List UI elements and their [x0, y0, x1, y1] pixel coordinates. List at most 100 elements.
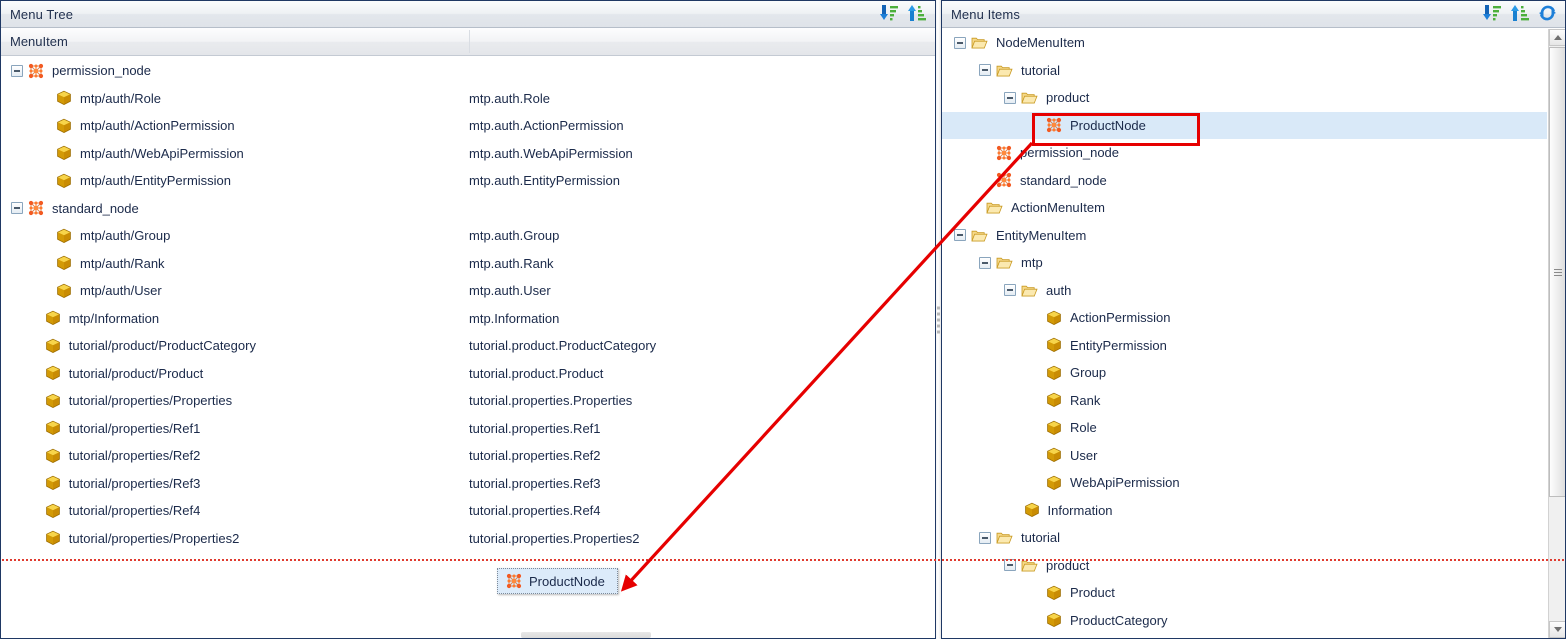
expand-collapse-toggle[interactable] [954, 229, 966, 242]
expand-collapse-toggle[interactable] [1004, 91, 1016, 104]
cube-icon [56, 255, 72, 271]
menu-tree-row[interactable]: mtp/auth/User mtp.auth.User [1, 277, 935, 305]
horizontal-scrollbar[interactable] [521, 632, 651, 638]
menu-items-row-label: product [1046, 90, 1090, 106]
menu-tree-row-name-cell: tutorial/product/ProductCategory [1, 338, 469, 354]
menu-items-row[interactable]: tutorial [942, 57, 1547, 85]
menu-tree-row-name-cell: mtp/auth/ActionPermission [1, 118, 469, 134]
scroll-up-arrow[interactable] [1549, 29, 1565, 46]
scroll-down-arrow[interactable] [1549, 621, 1565, 638]
expand-collapse-toggle[interactable] [11, 202, 23, 215]
menu-items-row[interactable]: Product [942, 579, 1547, 607]
expand-collapse-toggle[interactable] [1004, 284, 1016, 297]
menu-items-row[interactable]: EntityMenuItem [942, 222, 1547, 250]
menu-items-row[interactable]: mtp [942, 249, 1547, 277]
menu-tree-row[interactable]: mtp/auth/Rank mtp.auth.Rank [1, 250, 935, 278]
menu-tree-row[interactable]: tutorial/properties/Ref4 tutorial.propert… [1, 497, 935, 525]
menu-items-row[interactable]: product [942, 84, 1547, 112]
menu-items-row[interactable]: product [942, 552, 1547, 580]
expand-collapse-toggle[interactable] [954, 36, 966, 49]
menu-tree-row-name-cell: tutorial/properties/Ref4 [1, 503, 469, 519]
cube-icon [56, 90, 72, 106]
menu-items-row-label: NodeMenuItem [996, 35, 1085, 51]
sort-ascending-icon[interactable] [1510, 4, 1530, 25]
cube-icon [45, 475, 61, 491]
menu-tree-row[interactable]: mtp/Information mtp.Information [1, 305, 935, 333]
menu-tree-designer: Menu Tree MenuItem permission_node mtp/a… [0, 0, 1566, 639]
sort-descending-icon[interactable] [879, 4, 899, 25]
menu-tree-row[interactable]: permission_node [1, 57, 935, 85]
menu-tree-row[interactable]: standard_node [1, 195, 935, 223]
menu-tree-row-label: mtp/auth/ActionPermission [80, 118, 235, 134]
sort-ascending-icon[interactable] [907, 4, 927, 25]
menu-tree-rows[interactable]: permission_node mtp/auth/Role mtp.auth.Rol… [1, 57, 935, 638]
menu-tree-row-value: mtp.auth.Group [469, 228, 560, 244]
menu-tree-row[interactable]: mtp/auth/Group mtp.auth.Group [1, 222, 935, 250]
menu-tree-row[interactable]: tutorial/properties/Ref2 tutorial.propert… [1, 442, 935, 470]
cube-icon [45, 530, 61, 546]
menu-tree-row[interactable]: tutorial/product/Product tutorial.product… [1, 360, 935, 388]
menu-items-row[interactable]: WebApiPermission [942, 469, 1547, 497]
menu-tree-row[interactable]: tutorial/product/ProductCategory tutorial… [1, 332, 935, 360]
menu-tree-row-name-cell: tutorial/product/Product [1, 365, 469, 381]
menu-tree-row-value: mtp.auth.EntityPermission [469, 173, 621, 189]
menu-items-row[interactable]: ActionPermission [942, 304, 1547, 332]
expand-collapse-toggle[interactable] [1004, 559, 1016, 572]
menu-items-row[interactable]: User [942, 442, 1547, 470]
menu-items-row[interactable]: permission_node [942, 139, 1547, 167]
sort-descending-icon[interactable] [1482, 4, 1502, 25]
menu-items-row[interactable]: Rank [942, 387, 1547, 415]
menu-tree-row-name-cell: standard_node [1, 200, 469, 216]
menu-items-row-label: EntityPermission [1070, 337, 1167, 353]
menu-tree-row[interactable]: tutorial/properties/Ref3 tutorial.propert… [1, 470, 935, 498]
menu-items-row-selected[interactable]: ProductNode [942, 111, 1547, 139]
menu-tree-row[interactable]: mtp/auth/EntityPermission mtp.auth.Entity… [1, 167, 935, 195]
expand-collapse-toggle[interactable] [11, 64, 23, 77]
menu-items-row-label: tutorial [1021, 530, 1061, 546]
menu-items-row[interactable]: standard_node [942, 167, 1547, 195]
menu-items-row[interactable]: EntityPermission [942, 332, 1547, 360]
cube-icon [56, 228, 72, 244]
menu-tree-row-label: tutorial/properties/Ref1 [68, 420, 201, 436]
folder-icon [1021, 90, 1038, 105]
menu-items-rows[interactable]: NodeMenuItem tutorial product ProductNode pe… [942, 29, 1547, 638]
folder-icon [1021, 283, 1038, 298]
menu-items-toolbar [1482, 1, 1557, 27]
column-resize-handle[interactable] [469, 30, 470, 53]
expand-collapse-toggle[interactable] [979, 64, 991, 77]
folder-icon [996, 530, 1013, 545]
menu-items-row[interactable]: Role [942, 414, 1547, 442]
menu-tree-row[interactable]: mtp/auth/WebApiPermission mtp.auth.WebApi… [1, 140, 935, 168]
menu-tree-row[interactable]: tutorial/properties/Properties2 tutorial.… [1, 525, 935, 553]
menu-tree-row-label: mtp/auth/Rank [80, 255, 165, 271]
menu-tree-row[interactable]: tutorial/properties/Ref1 tutorial.propert… [1, 415, 935, 443]
vertical-scrollbar[interactable] [1548, 29, 1565, 638]
menu-tree-title: Menu Tree [10, 6, 74, 22]
menu-items-row[interactable]: tutorial [942, 524, 1547, 552]
menu-tree-row[interactable]: mtp/auth/Role mtp.auth.Role [1, 85, 935, 113]
menu-tree-row-value: tutorial.properties.Ref1 [469, 420, 601, 436]
menu-tree-row[interactable]: tutorial/properties/Properties tutorial.p… [1, 387, 935, 415]
menu-items-row-label: Information [1047, 502, 1113, 518]
scrollbar-thumb[interactable] [1549, 47, 1565, 497]
drag-ghost-productnode[interactable]: ProductNode [497, 568, 618, 594]
refresh-icon[interactable] [1538, 4, 1557, 25]
menu-items-row[interactable]: Group [942, 359, 1547, 387]
menu-items-row[interactable]: Information [942, 497, 1547, 525]
menu-items-row[interactable]: NodeMenuItem [942, 29, 1547, 57]
menu-tree-row-value: mtp.auth.ActionPermission [469, 118, 624, 134]
menu-items-row[interactable]: ActionMenuItem [942, 194, 1547, 222]
menu-items-row[interactable]: ProductCategory [942, 607, 1547, 635]
menu-tree-row-value: mtp.auth.Rank [469, 255, 554, 271]
menu-tree-row-name-cell: mtp/Information [1, 310, 469, 326]
expand-collapse-toggle[interactable] [979, 256, 991, 269]
menu-tree-row[interactable]: mtp/auth/ActionPermission mtp.auth.Action… [1, 112, 935, 140]
menu-items-row[interactable]: auth [942, 277, 1547, 305]
expand-collapse-toggle[interactable] [979, 531, 991, 544]
cube-icon [56, 173, 72, 189]
menu-items-row-label: WebApiPermission [1070, 475, 1180, 491]
cube-icon [56, 145, 72, 161]
menu-tree-row-label: tutorial/properties/Properties [68, 393, 233, 409]
menu-tree-row-label: permission_node [52, 63, 152, 79]
node-icon [28, 200, 44, 216]
